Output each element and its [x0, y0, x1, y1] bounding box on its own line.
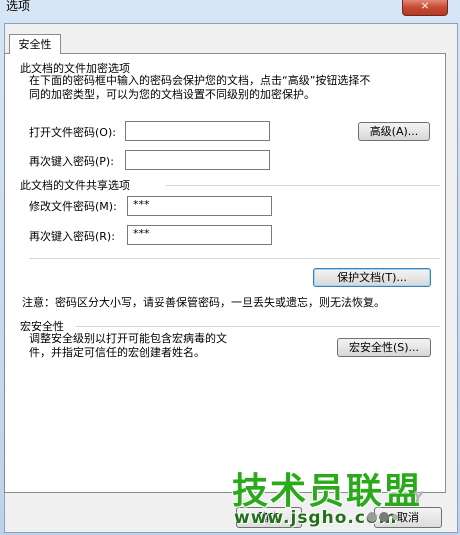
- modify-password-field[interactable]: ***: [127, 196, 272, 216]
- password-note: 注意：密码区分大小写，请妥善保管密码，一旦丢失或遗忘，则无法恢复。: [22, 296, 385, 309]
- modify-password-label: 修改文件密码(M):: [29, 200, 117, 213]
- watermark-dots-icon: [367, 512, 398, 522]
- watermark-brand: 技术员联盟: [232, 471, 423, 512]
- window-title: 选项: [6, 0, 31, 13]
- close-button[interactable]: ×: [402, 0, 448, 16]
- macro-description: 调整安全级别以打开可能包含宏病毒的文 件，并指定可信任的宏创建者姓名。: [29, 332, 279, 360]
- open-password-field[interactable]: [125, 121, 270, 141]
- reenter-open-password-field[interactable]: [125, 150, 270, 170]
- reenter-modify-password-field[interactable]: ***: [127, 225, 272, 245]
- advanced-button[interactable]: 高级(A)...: [358, 122, 430, 141]
- open-password-label: 打开文件密码(O):: [29, 126, 116, 139]
- macro-divider: [76, 326, 440, 327]
- encryption-description-line2: 同的加密类型，可以为您的文档设置不同级别的加密保护。: [29, 88, 315, 101]
- protect-document-button[interactable]: 保护文档(T)...: [313, 268, 431, 287]
- reenter-open-password-label: 再次键入密码(P):: [29, 155, 114, 168]
- title-bar: 选项 ×: [0, 0, 460, 24]
- sharing-heading: 此文档的文件共享选项: [20, 179, 130, 192]
- sharing-divider: [166, 185, 440, 186]
- encryption-description: 在下面的密码框中输入的密码会保护您的文档，点击“高级”按钮选择不 同的加密类型，…: [29, 74, 429, 102]
- macro-security-button[interactable]: 宏安全性(S)...: [337, 338, 431, 357]
- reenter-modify-password-label: 再次键入密码(R):: [29, 230, 115, 243]
- macro-description-line1: 调整安全级别以打开可能包含宏病毒的文: [29, 332, 227, 345]
- tab-security[interactable]: 安全性: [9, 34, 61, 54]
- protect-divider: [29, 258, 440, 259]
- encryption-description-line1: 在下面的密码框中输入的密码会保护您的文档，点击“高级”按钮选择不: [29, 74, 371, 87]
- macro-description-line2: 件，并指定可信任的宏创建者姓名。: [29, 346, 205, 359]
- options-dialog: 选项 × 安全性 此文档的文件加密选项 在下面的密码框中输入的密码会保护您的文档…: [0, 0, 460, 535]
- watermark-suffix: Y: [413, 490, 424, 506]
